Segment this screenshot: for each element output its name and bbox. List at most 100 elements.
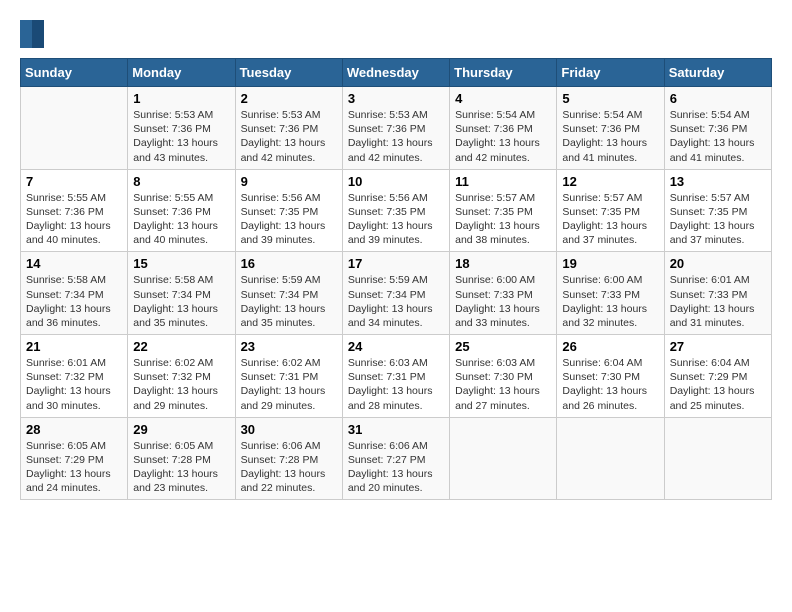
calendar-cell: 26 Sunrise: 6:04 AM Sunset: 7:30 PM Dayli…: [557, 335, 664, 418]
day-info: Sunrise: 5:53 AM Sunset: 7:36 PM Dayligh…: [348, 108, 444, 165]
day-number: 5: [562, 91, 658, 106]
week-row-1: 1Sunrise: 5:53 AM Sunset: 7:36 PM Daylig…: [21, 87, 772, 170]
day-info: Sunrise: 5:55 AM Sunset: 7:36 PM Dayligh…: [26, 191, 122, 248]
day-number: 17: [348, 256, 444, 271]
calendar-cell: 3 Sunrise: 5:53 AM Sunset: 7:36 PM Daylig…: [342, 87, 449, 170]
day-number: 31: [348, 422, 444, 437]
day-info: Sunrise: 6:02 AM Sunset: 7:32 PM Dayligh…: [133, 356, 229, 413]
calendar-cell: 19 Sunrise: 6:00 AM Sunset: 7:33 PM Dayli…: [557, 252, 664, 335]
logo: [20, 20, 48, 48]
calendar-cell: [664, 417, 771, 500]
logo-icon: [20, 20, 44, 48]
day-number: 2: [241, 91, 337, 106]
calendar-cell: 15 Sunrise: 5:58 AM Sunset: 7:34 PM Dayli…: [128, 252, 235, 335]
calendar-cell: 10 Sunrise: 5:56 AM Sunset: 7:35 PM Dayli…: [342, 169, 449, 252]
day-number: 28: [26, 422, 122, 437]
week-row-3: 14 Sunrise: 5:58 AM Sunset: 7:34 PM Dayli…: [21, 252, 772, 335]
calendar-cell: 30 Sunrise: 6:06 AM Sunset: 7:28 PM Dayli…: [235, 417, 342, 500]
day-number: 3: [348, 91, 444, 106]
calendar-cell: 5Sunrise: 5:54 AM Sunset: 7:36 PM Daylig…: [557, 87, 664, 170]
calendar-cell: [21, 87, 128, 170]
calendar-cell: 25 Sunrise: 6:03 AM Sunset: 7:30 PM Dayli…: [450, 335, 557, 418]
day-number: 19: [562, 256, 658, 271]
day-info: Sunrise: 5:57 AM Sunset: 7:35 PM Dayligh…: [455, 191, 551, 248]
day-number: 24: [348, 339, 444, 354]
day-info: Sunrise: 6:01 AM Sunset: 7:33 PM Dayligh…: [670, 273, 766, 330]
day-info: Sunrise: 5:59 AM Sunset: 7:34 PM Dayligh…: [241, 273, 337, 330]
day-info: Sunrise: 5:54 AM Sunset: 7:36 PM Dayligh…: [670, 108, 766, 165]
day-number: 12: [562, 174, 658, 189]
day-number: 23: [241, 339, 337, 354]
calendar-cell: [557, 417, 664, 500]
day-info: Sunrise: 6:00 AM Sunset: 7:33 PM Dayligh…: [562, 273, 658, 330]
page-header: [20, 20, 772, 48]
column-header-friday: Friday: [557, 59, 664, 87]
column-header-thursday: Thursday: [450, 59, 557, 87]
calendar-cell: 4 Sunrise: 5:54 AM Sunset: 7:36 PM Daylig…: [450, 87, 557, 170]
day-number: 25: [455, 339, 551, 354]
column-header-tuesday: Tuesday: [235, 59, 342, 87]
day-info: Sunrise: 5:53 AM Sunset: 7:36 PM Dayligh…: [133, 108, 229, 165]
calendar-cell: [450, 417, 557, 500]
day-number: 7: [26, 174, 122, 189]
calendar-cell: 29 Sunrise: 6:05 AM Sunset: 7:28 PM Dayli…: [128, 417, 235, 500]
day-number: 6: [670, 91, 766, 106]
day-number: 16: [241, 256, 337, 271]
calendar-cell: 9 Sunrise: 5:56 AM Sunset: 7:35 PM Daylig…: [235, 169, 342, 252]
day-number: 21: [26, 339, 122, 354]
day-info: Sunrise: 6:00 AM Sunset: 7:33 PM Dayligh…: [455, 273, 551, 330]
day-number: 20: [670, 256, 766, 271]
calendar-cell: 11 Sunrise: 5:57 AM Sunset: 7:35 PM Dayli…: [450, 169, 557, 252]
calendar-cell: 20 Sunrise: 6:01 AM Sunset: 7:33 PM Dayli…: [664, 252, 771, 335]
day-info: Sunrise: 5:55 AM Sunset: 7:36 PM Dayligh…: [133, 191, 229, 248]
calendar-cell: 22 Sunrise: 6:02 AM Sunset: 7:32 PM Dayli…: [128, 335, 235, 418]
day-info: Sunrise: 6:03 AM Sunset: 7:30 PM Dayligh…: [455, 356, 551, 413]
day-info: Sunrise: 5:58 AM Sunset: 7:34 PM Dayligh…: [133, 273, 229, 330]
day-info: Sunrise: 6:06 AM Sunset: 7:27 PM Dayligh…: [348, 439, 444, 496]
day-number: 14: [26, 256, 122, 271]
day-number: 15: [133, 256, 229, 271]
day-info: Sunrise: 6:04 AM Sunset: 7:29 PM Dayligh…: [670, 356, 766, 413]
calendar-cell: 16 Sunrise: 5:59 AM Sunset: 7:34 PM Dayli…: [235, 252, 342, 335]
day-number: 10: [348, 174, 444, 189]
calendar-cell: 8Sunrise: 5:55 AM Sunset: 7:36 PM Daylig…: [128, 169, 235, 252]
day-number: 9: [241, 174, 337, 189]
day-info: Sunrise: 6:06 AM Sunset: 7:28 PM Dayligh…: [241, 439, 337, 496]
day-number: 13: [670, 174, 766, 189]
calendar-cell: 14 Sunrise: 5:58 AM Sunset: 7:34 PM Dayli…: [21, 252, 128, 335]
day-info: Sunrise: 5:53 AM Sunset: 7:36 PM Dayligh…: [241, 108, 337, 165]
calendar-cell: 6 Sunrise: 5:54 AM Sunset: 7:36 PM Daylig…: [664, 87, 771, 170]
calendar-table: SundayMondayTuesdayWednesdayThursdayFrid…: [20, 58, 772, 500]
day-info: Sunrise: 5:58 AM Sunset: 7:34 PM Dayligh…: [26, 273, 122, 330]
column-header-monday: Monday: [128, 59, 235, 87]
day-info: Sunrise: 5:56 AM Sunset: 7:35 PM Dayligh…: [348, 191, 444, 248]
week-row-2: 7 Sunrise: 5:55 AM Sunset: 7:36 PM Daylig…: [21, 169, 772, 252]
calendar-cell: 27 Sunrise: 6:04 AM Sunset: 7:29 PM Dayli…: [664, 335, 771, 418]
day-number: 29: [133, 422, 229, 437]
day-number: 26: [562, 339, 658, 354]
calendar-cell: 2 Sunrise: 5:53 AM Sunset: 7:36 PM Daylig…: [235, 87, 342, 170]
calendar-cell: 7 Sunrise: 5:55 AM Sunset: 7:36 PM Daylig…: [21, 169, 128, 252]
header-row: SundayMondayTuesdayWednesdayThursdayFrid…: [21, 59, 772, 87]
calendar-cell: 18Sunrise: 6:00 AM Sunset: 7:33 PM Dayli…: [450, 252, 557, 335]
calendar-cell: 24 Sunrise: 6:03 AM Sunset: 7:31 PM Dayli…: [342, 335, 449, 418]
column-header-sunday: Sunday: [21, 59, 128, 87]
calendar-cell: 23Sunrise: 6:02 AM Sunset: 7:31 PM Dayli…: [235, 335, 342, 418]
day-info: Sunrise: 6:04 AM Sunset: 7:30 PM Dayligh…: [562, 356, 658, 413]
day-number: 30: [241, 422, 337, 437]
day-number: 11: [455, 174, 551, 189]
calendar-cell: 17Sunrise: 5:59 AM Sunset: 7:34 PM Dayli…: [342, 252, 449, 335]
day-info: Sunrise: 5:54 AM Sunset: 7:36 PM Dayligh…: [455, 108, 551, 165]
day-info: Sunrise: 6:05 AM Sunset: 7:29 PM Dayligh…: [26, 439, 122, 496]
day-info: Sunrise: 5:56 AM Sunset: 7:35 PM Dayligh…: [241, 191, 337, 248]
day-info: Sunrise: 6:01 AM Sunset: 7:32 PM Dayligh…: [26, 356, 122, 413]
day-info: Sunrise: 6:03 AM Sunset: 7:31 PM Dayligh…: [348, 356, 444, 413]
calendar-cell: 28 Sunrise: 6:05 AM Sunset: 7:29 PM Dayli…: [21, 417, 128, 500]
day-number: 27: [670, 339, 766, 354]
calendar-cell: 12Sunrise: 5:57 AM Sunset: 7:35 PM Dayli…: [557, 169, 664, 252]
week-row-4: 21 Sunrise: 6:01 AM Sunset: 7:32 PM Dayli…: [21, 335, 772, 418]
day-info: Sunrise: 6:05 AM Sunset: 7:28 PM Dayligh…: [133, 439, 229, 496]
day-number: 22: [133, 339, 229, 354]
week-row-5: 28 Sunrise: 6:05 AM Sunset: 7:29 PM Dayli…: [21, 417, 772, 500]
day-number: 4: [455, 91, 551, 106]
